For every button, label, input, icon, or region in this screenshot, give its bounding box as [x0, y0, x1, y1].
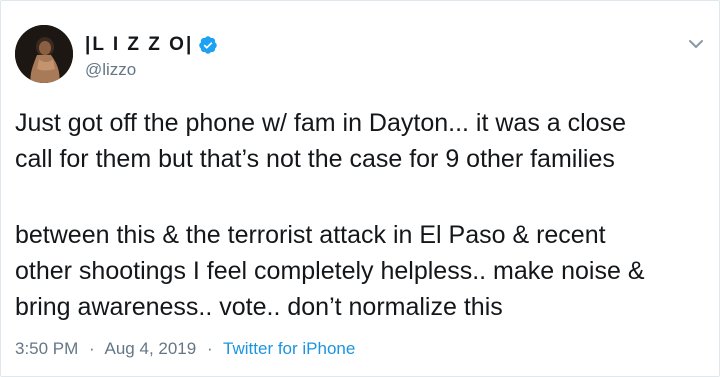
tweet-meta: 3:50 PM · Aug 4, 2019 · Twitter for iPho…	[15, 339, 355, 359]
tweet-card: |L I Z Z O| @lizzo Just got off the phon…	[0, 0, 720, 377]
tweet-date[interactable]: Aug 4, 2019	[105, 339, 197, 358]
meta-separator-2: ·	[206, 339, 213, 358]
verified-badge-icon	[198, 35, 218, 55]
display-name[interactable]: |L I Z Z O|	[85, 34, 193, 56]
author-info: |L I Z Z O| @lizzo	[85, 33, 218, 80]
avatar[interactable]	[15, 25, 73, 83]
tweet-paragraph-2: between this & the terrorist attack in E…	[15, 221, 645, 321]
tweet-paragraph-1: Just got off the phone w/ fam in Dayton.…	[15, 109, 626, 173]
chevron-down-icon[interactable]	[687, 35, 705, 53]
handle[interactable]: @lizzo	[85, 60, 218, 80]
tweet-time[interactable]: 3:50 PM	[15, 339, 78, 358]
tweet-source-link[interactable]: Twitter for iPhone	[223, 339, 355, 358]
tweet-text: Just got off the phone w/ fam in Dayton.…	[15, 105, 705, 325]
meta-separator: ·	[89, 339, 95, 358]
name-row: |L I Z Z O|	[85, 33, 218, 57]
